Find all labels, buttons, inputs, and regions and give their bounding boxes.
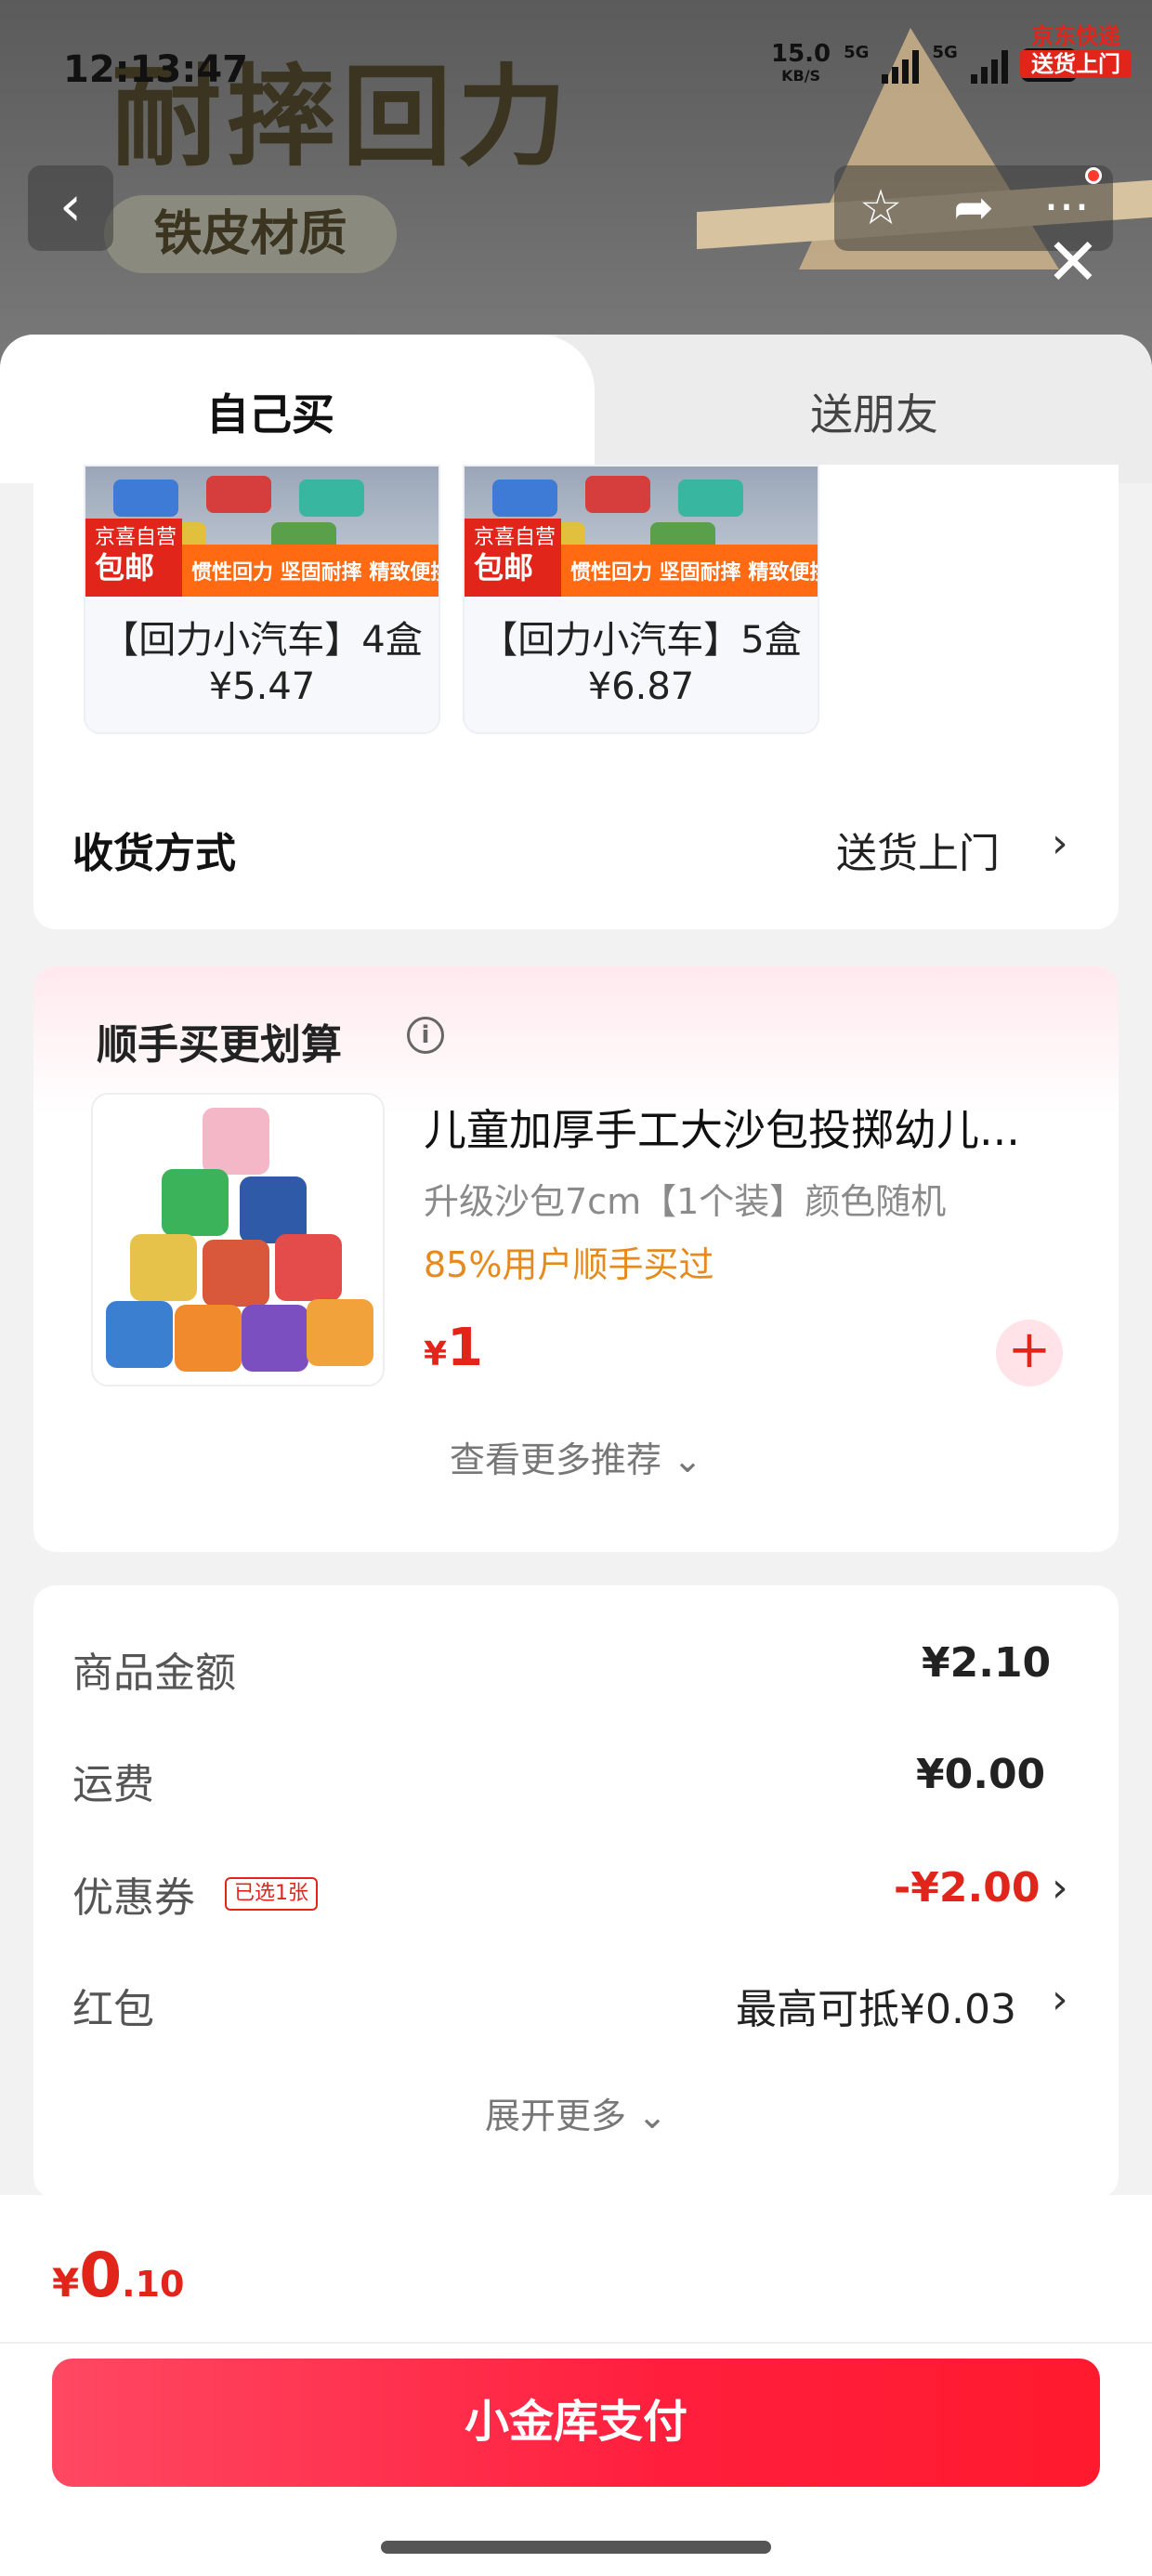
- product-title-1: 【回力小汽车】4盒 ¥5.47: [101, 619, 423, 708]
- chevron-right-icon[interactable]: ›: [1052, 1864, 1068, 1912]
- chevron-right-icon[interactable]: ›: [1052, 820, 1068, 867]
- chevron-right-icon[interactable]: ›: [1052, 1976, 1068, 2023]
- jd-badge-line1: 京东快递: [1031, 23, 1120, 49]
- combo-item-name[interactable]: 儿童加厚手工大沙包投掷幼儿...: [424, 1097, 1020, 1158]
- product-image-2: 惯性回力 坚固耐摔 精致便携 京喜自营 包邮: [465, 467, 818, 597]
- tab-send-to-friend[interactable]: 送朋友: [810, 381, 938, 442]
- close-icon[interactable]: ✕: [1041, 230, 1106, 297]
- jx-self-operated-tag: 京喜自营 包邮: [465, 519, 561, 597]
- add-to-order-button[interactable]: +: [996, 1320, 1063, 1387]
- product-image-1: 惯性回力 坚固耐摔 精致便携 京喜自营 包邮: [85, 467, 439, 597]
- product-card-2[interactable]: 惯性回力 坚固耐摔 精致便携 京喜自营 包邮 【回力小汽车】5盒 ¥6.87: [463, 465, 819, 734]
- shipping-fee-label: 运费: [72, 1761, 154, 1808]
- jd-express-badge: 京东快递 送货上门: [1020, 22, 1132, 87]
- network-speed-value: 15.0: [771, 40, 831, 68]
- hero-subtitle: 铁皮材质: [104, 195, 397, 273]
- footer-divider: [0, 2342, 1152, 2344]
- signal-1-icon: [882, 46, 920, 84]
- price-summary-card: 商品金额 ¥2.10 运费 ¥0.00 优惠券 已选1张 -¥2.00 › 红包…: [33, 1585, 1119, 2199]
- share-icon[interactable]: ➦: [936, 180, 1011, 236]
- red-packet-label: 红包: [72, 1986, 154, 2033]
- buy-mode-tabs: 自己买 送朋友: [0, 335, 1152, 483]
- combo-item-note: 85%用户顺手买过: [424, 1244, 714, 1285]
- sandbag-product-image[interactable]: [91, 1093, 385, 1387]
- network-speed-unit: KB/S: [781, 67, 821, 85]
- coupon-selected-badge: 已选1张: [225, 1877, 318, 1911]
- home-indicator: [381, 2541, 771, 2554]
- goods-amount-value: ¥2.10: [922, 1639, 1052, 1687]
- tab-buy-for-self[interactable]: 自己买: [206, 381, 334, 442]
- shipping-fee-value: ¥0.00: [916, 1751, 1046, 1798]
- delivery-method-value[interactable]: 送货上门: [836, 820, 1000, 879]
- add-on-recommendation-card: 顺手买更划算 i 儿童加厚手工大沙包投掷幼儿... 升级沙包7cm【1个装】颜色…: [33, 966, 1119, 1552]
- combo-item-spec: 升级沙包7cm【1个装】颜色随机: [424, 1181, 947, 1222]
- info-icon[interactable]: i: [407, 1017, 444, 1054]
- signal-2-label: 5G: [932, 43, 958, 62]
- product-title-2: 【回力小汽车】5盒 ¥6.87: [480, 619, 802, 708]
- star-icon[interactable]: ☆: [844, 180, 918, 236]
- delivery-method-label: 收货方式: [72, 830, 236, 877]
- coupon-value[interactable]: -¥2.00: [894, 1864, 1040, 1912]
- notification-dot: [1085, 167, 1102, 184]
- expand-more-button[interactable]: 展开更多 ⌄: [33, 2087, 1119, 2138]
- view-more-recommendations[interactable]: 查看更多推荐 ⌄: [33, 1431, 1119, 1482]
- goods-card: 惯性回力 坚固耐摔 精致便携 京喜自营 包邮 【回力小汽车】4盒 ¥5.47 惯…: [33, 465, 1119, 929]
- signal-1-label: 5G: [844, 43, 870, 62]
- coupon-label: 优惠券: [72, 1874, 195, 1922]
- order-total: ¥0.10: [52, 2240, 185, 2311]
- pay-button[interactable]: 小金库支付: [52, 2359, 1100, 2487]
- back-button[interactable]: ‹: [28, 165, 113, 251]
- red-packet-value[interactable]: 最高可抵¥0.03: [736, 1976, 1016, 2035]
- chevron-left-icon: ‹: [59, 174, 82, 239]
- jd-badge-line2: 送货上门: [1020, 50, 1132, 78]
- checkout-footer: ¥0.10 小金库支付: [0, 2195, 1152, 2576]
- product-card-1[interactable]: 惯性回力 坚固耐摔 精致便携 京喜自营 包邮 【回力小汽车】4盒 ¥5.47: [84, 465, 440, 734]
- goods-amount-label: 商品金额: [72, 1649, 236, 1697]
- combo-item-price: ¥1: [424, 1318, 484, 1378]
- status-time: 12:13:47: [63, 48, 248, 91]
- jx-self-operated-tag: 京喜自营 包邮: [85, 519, 182, 597]
- network-speed: 15.0 KB/S: [771, 40, 831, 87]
- combo-title: 顺手买更划算: [97, 1021, 342, 1069]
- signal-2-icon: [970, 46, 1008, 84]
